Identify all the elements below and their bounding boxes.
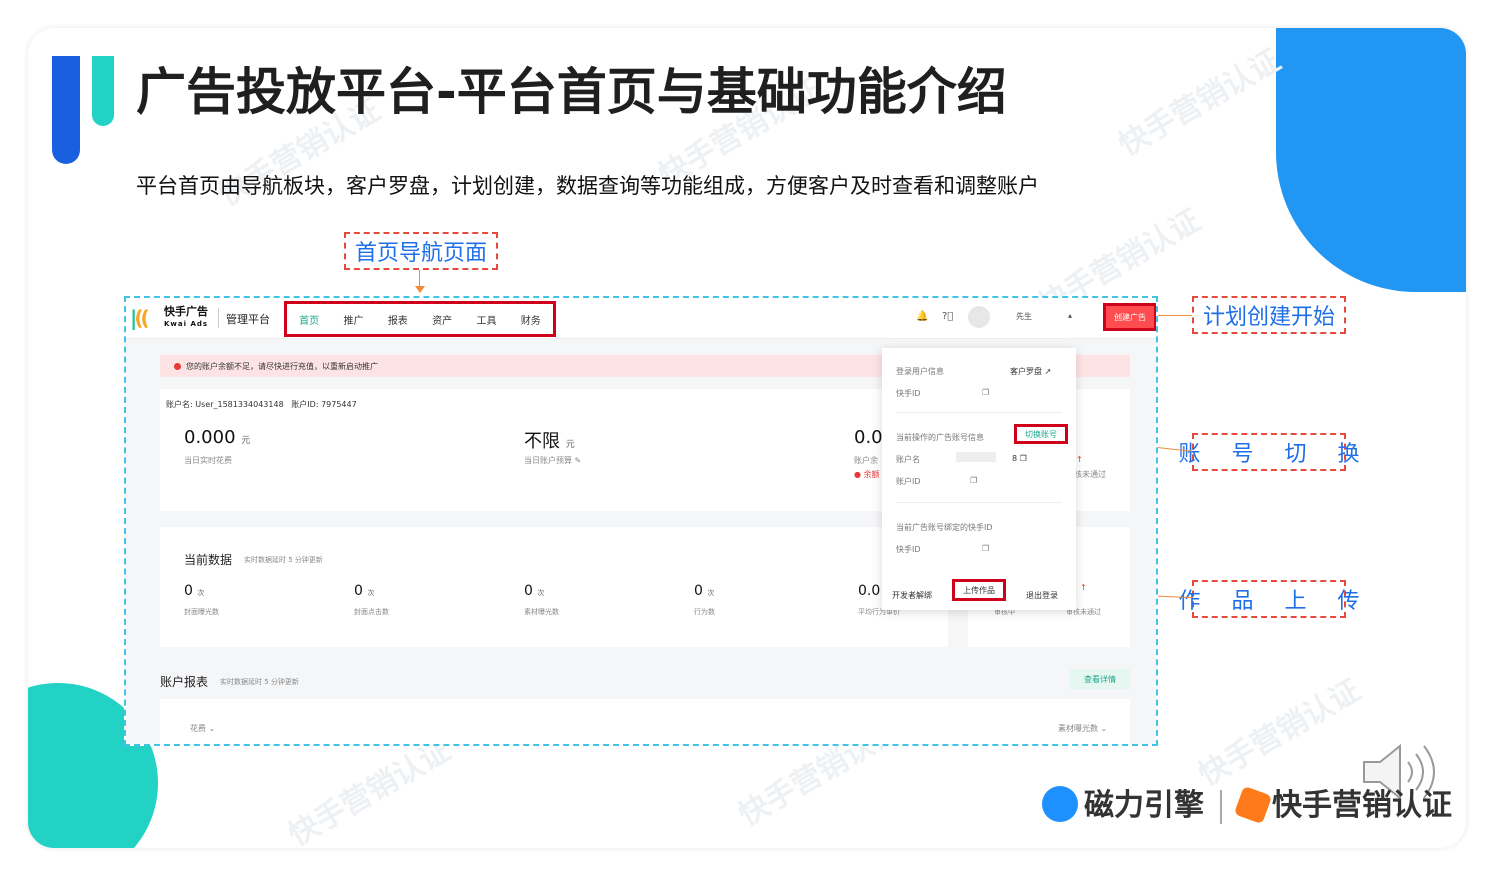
report-right-select[interactable]: 素材曝光数 ⌄ (1058, 723, 1107, 734)
slide-title: 广告投放平台-平台首页与基础功能介绍 (136, 63, 1007, 121)
blurred-value (956, 452, 996, 462)
callout-create: 计划创建开始 (1192, 296, 1346, 334)
spend-value: 0.000 元 (184, 427, 251, 448)
divider (896, 412, 1062, 413)
current-data-note: 实时数据延时 5 分钟更新 (244, 556, 323, 564)
metric-label: 素材曝光数 (524, 608, 559, 616)
callout-upload: 作 品 上 传 (1179, 580, 1360, 618)
decor-bar-cyan (92, 56, 114, 126)
account-popup: 登录用户信息 客户罗盘 ↗ 快手ID ❐ 当前操作的广告账号信息 切换账号 账户… (882, 348, 1076, 610)
copy-icon[interactable]: ❐ (982, 388, 989, 397)
metric-value: 0.0 (858, 583, 881, 599)
nav-promote[interactable]: 推广 (343, 312, 363, 327)
report-note: 实时数据延时 5 分钟更新 (220, 678, 299, 686)
divider (218, 308, 219, 328)
metric-label: 封面曝光数 (184, 608, 219, 616)
help-icon[interactable]: ?⃝ (942, 311, 953, 322)
nav-report[interactable]: 报表 (388, 312, 408, 327)
connector-line (1158, 315, 1192, 316)
platform-name: 管理平台 (226, 313, 270, 326)
divider (1220, 790, 1222, 824)
decor-bar-blue (52, 56, 80, 164)
slide-subtitle: 平台首页由导航板块，客户罗盘，计划创建，数据查询等功能组成，方便客户及时查看和调… (136, 174, 1039, 198)
budget-value: 不限 元 (524, 431, 575, 452)
account-name-label: 账户名 (896, 455, 920, 464)
create-ad-button[interactable]: 创建广告 (1103, 303, 1156, 331)
budget-label[interactable]: 当日账户预算 ✎ (524, 455, 581, 466)
decor-circle-top-right (1276, 28, 1466, 292)
report-card: 花费 ⌄ 素材曝光数 ⌄ (160, 699, 1130, 744)
metric-value: 0 次 (354, 583, 375, 599)
arrow-up-icon: ↑ (1076, 455, 1083, 464)
platform-screenshot: |(( 快手广告 Kwai Ads 管理平台 首页 推广 报表 资产 工具 财务 … (124, 296, 1158, 746)
account-name-tail: 8 ❐ (1012, 454, 1027, 463)
logout-link[interactable]: 退出登录 (1026, 590, 1058, 601)
divider (896, 502, 1062, 503)
brand-cili: 磁力引擎 (1084, 788, 1204, 823)
arrow-up-icon: ↑ (1080, 583, 1087, 592)
nav-assets[interactable]: 资产 (432, 312, 452, 327)
slide: 快手营销认证 快手营销认证 快手营销认证 快手营销认证 快手营销认证 快手营销认… (28, 28, 1466, 848)
review-fail-label: 核未通过 (1074, 470, 1106, 479)
current-data-title: 当前数据 (184, 553, 233, 567)
current-account-label: 当前操作的广告账号信息 (896, 433, 984, 442)
report-title: 账户报表 (160, 675, 209, 689)
balance-value: 0.0 (854, 427, 883, 448)
cili-logo-icon (1042, 786, 1078, 822)
callout-switch: 账 号 切 换 (1179, 433, 1360, 471)
top-navbar: |(( 快手广告 Kwai Ads 管理平台 首页 推广 报表 资产 工具 财务 … (126, 298, 1156, 339)
warning-icon (174, 362, 181, 370)
account-id-label: 账户ID (896, 477, 921, 486)
copy-icon[interactable]: ❐ (970, 476, 977, 485)
logo-text: 快手广告 Kwai Ads (164, 305, 209, 328)
view-detail-button[interactable]: 查看详情 (1070, 669, 1130, 689)
metric-value: 0 次 (694, 583, 715, 599)
kuaishou-logo-icon (1233, 785, 1273, 825)
watermark: 快手营销认证 (1193, 672, 1367, 794)
dev-unbind-link[interactable]: 开发者解绑 (892, 590, 932, 601)
bell-icon[interactable]: 🔔 (916, 311, 928, 322)
user-name[interactable]: 先生 (1016, 311, 1032, 322)
watermark: 快手营销认证 (1113, 42, 1287, 164)
avatar[interactable] (968, 306, 990, 328)
kuaishou-id-label: 快手ID (896, 545, 921, 554)
main-nav: 首页 推广 报表 资产 工具 财务 (284, 301, 556, 337)
login-info-label: 登录用户信息 (896, 367, 944, 376)
spend-label: 当日实时花费 (184, 456, 232, 465)
nav-home[interactable]: 首页 (299, 312, 319, 327)
report-left-select[interactable]: 花费 ⌄ (190, 723, 215, 734)
switch-account-button[interactable]: 切换账号 (1014, 424, 1068, 444)
kuaishou-id-label: 快手ID (896, 389, 921, 398)
bound-id-label: 当前广告账号绑定的快手ID (896, 523, 993, 532)
copy-icon[interactable]: ❐ (982, 544, 989, 553)
callout-nav: 首页导航页面 (344, 232, 498, 270)
compass-link[interactable]: 客户罗盘 ↗ (1010, 366, 1051, 377)
brand-kuaishou-cert: 快手营销认证 (1272, 788, 1452, 823)
metric-label: 行为数 (694, 608, 715, 616)
nav-tools[interactable]: 工具 (476, 312, 496, 327)
kwai-logo-icon: |(( (130, 306, 150, 330)
balance-label: 账户余 (854, 456, 878, 465)
arrow-down-icon (415, 286, 425, 293)
current-data-card: 当前数据 实时数据延时 5 分钟更新 0 次 封面曝光数 0 次 封面点击数 0… (160, 527, 948, 647)
metric-value: 0 次 (184, 583, 205, 599)
upload-work-button[interactable]: 上传作品 (952, 579, 1006, 601)
nav-finance[interactable]: 财务 (521, 312, 541, 327)
account-info-line: 账户名: User_1581334043148 账户ID: 7975447 (166, 400, 357, 409)
metric-label: 封面点击数 (354, 608, 389, 616)
metric-value: 0 次 (524, 583, 545, 599)
balance-warning: ● 余额 (854, 470, 880, 479)
caret-up-icon[interactable]: ▴ (1068, 311, 1072, 320)
